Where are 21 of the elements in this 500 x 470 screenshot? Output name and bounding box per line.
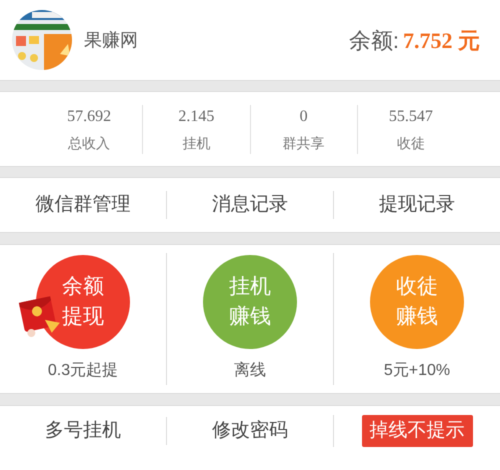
tile-caption: 0.3元起提 xyxy=(48,361,118,381)
balance-amount: 7.752 元 xyxy=(403,26,480,54)
stat-value: 2.145 xyxy=(178,106,214,126)
stat-value: 55.547 xyxy=(388,106,433,126)
menu-link[interactable]: 消息记录 xyxy=(212,190,288,220)
menu-link[interactable]: 提现记录 xyxy=(379,190,455,220)
menu-link[interactable]: 多号挂机 xyxy=(45,416,121,446)
stat-value: 0 xyxy=(300,106,308,126)
stat-value: 57.692 xyxy=(67,106,112,126)
action-circle-button[interactable]: 余额 提现 xyxy=(36,255,130,349)
stat-label: 群共享 xyxy=(282,134,325,152)
site-name: 果赚网 xyxy=(84,28,138,52)
balance-label: 余额: xyxy=(348,26,399,54)
tile-caption: 离线 xyxy=(234,360,266,381)
tile-caption: 5元+10% xyxy=(384,361,450,381)
offline-alert-toggle[interactable]: 掉线不提示 xyxy=(362,414,472,448)
stat-label: 挂机 xyxy=(182,134,210,152)
menu-link[interactable]: 微信群管理 xyxy=(36,190,130,220)
stat-label: 总收入 xyxy=(68,134,110,152)
stat-label: 收徒 xyxy=(396,134,425,152)
menu-link[interactable]: 修改密码 xyxy=(212,416,288,446)
